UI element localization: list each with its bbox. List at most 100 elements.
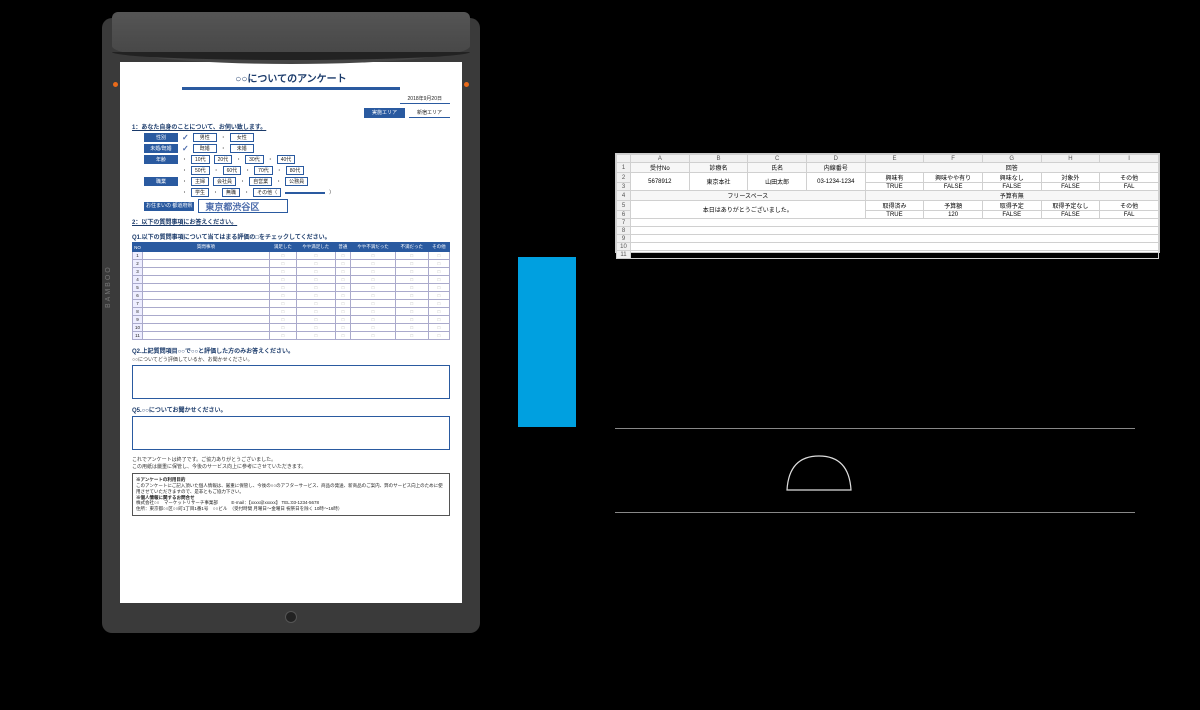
age-50[interactable]: 50代: [191, 166, 210, 175]
ss-col-headers: A B C D E F G H I: [617, 155, 1159, 163]
row-gender: 性別 ✓ 男性 ・ 女性: [144, 133, 450, 142]
row-age: 年齢 ・ 10代 20代 ・ 30代 ・ 40代: [144, 155, 450, 164]
c-E3[interactable]: TRUE: [865, 183, 924, 191]
col-D: D: [806, 155, 865, 163]
c-H5[interactable]: 取得予定なし: [1041, 201, 1100, 211]
hdr-3[interactable]: 内線番号: [806, 163, 865, 173]
age-80[interactable]: 80代: [286, 166, 305, 175]
q1-table: NO 質問事項 満足した やや満足した 普通 やや不満だった 不満だった その他…: [132, 242, 450, 340]
q1-th-no: NO: [133, 243, 143, 252]
hdr-1[interactable]: 診療名: [689, 163, 748, 173]
c-H2[interactable]: 対象外: [1041, 173, 1100, 183]
c-budget-label[interactable]: 予算有無: [865, 191, 1158, 201]
section1-label: 1：あなた自身のことについて、お伺い致します。: [132, 122, 450, 131]
rownum-5: 5: [617, 201, 631, 211]
c-G5[interactable]: 取得予定: [982, 201, 1041, 211]
c-I2[interactable]: その他: [1100, 173, 1159, 183]
divider-2: [615, 512, 1135, 513]
c-E6[interactable]: TRUE: [865, 211, 924, 219]
c-F3[interactable]: FALSE: [924, 183, 983, 191]
ss-row-2: 2 5678912 東京本社 山田太郎 03-1234-1234 興味有 興味や…: [617, 173, 1159, 183]
age-30[interactable]: 30代: [245, 155, 264, 164]
footer-line3: 住所：東京都○○区○○町1丁目1番1号 ○○ビル （受付時間 月曜日〜金曜日 祝…: [136, 506, 446, 512]
ss-row-4: 4 フリースペース 予算有無: [617, 191, 1159, 201]
col-H: H: [1041, 155, 1100, 163]
q1-row-4: 4: [133, 276, 450, 284]
c-A2[interactable]: 5678912: [631, 173, 690, 191]
c-F5[interactable]: 予算額: [924, 201, 983, 211]
hdr-0[interactable]: 受付No: [631, 163, 690, 173]
c-G6[interactable]: FALSE: [982, 211, 1041, 219]
row-occupation-2: ・ 学生 ・ 無職 ・ その他（ ）: [182, 188, 450, 197]
occ-4[interactable]: 学生: [191, 188, 209, 197]
occ-7: ）: [329, 189, 334, 196]
occ-1[interactable]: 会社員: [213, 177, 236, 186]
c-D2[interactable]: 03-1234-1234: [806, 173, 865, 191]
gender-label: 性別: [144, 133, 178, 142]
c-C2[interactable]: 山田太郎: [748, 173, 807, 191]
q1-col-3: やや不満だった: [351, 243, 396, 252]
age-40[interactable]: 40代: [277, 155, 296, 164]
marital-mark: ✓: [182, 144, 189, 153]
c-G3[interactable]: FALSE: [982, 183, 1041, 191]
q1-col-4: 不満だった: [395, 243, 428, 252]
age-20[interactable]: 20代: [214, 155, 233, 164]
occ-2[interactable]: 自営業: [249, 177, 272, 186]
q1-row-9: 9: [133, 316, 450, 324]
c-E2[interactable]: 興味有: [865, 173, 924, 183]
tablet-home-button[interactable]: [285, 611, 297, 623]
marital-label: 未婚/既婚: [144, 144, 178, 153]
divider-1: [615, 428, 1135, 429]
occ-5[interactable]: 無職: [222, 188, 240, 197]
tablet-device: BAMBOO ○○についてのアンケート 2018年9月20日 実施エリア 新宿エ…: [102, 18, 480, 633]
occ-0[interactable]: 主婦: [191, 177, 209, 186]
footer-line1: このアンケートにご記入頂いた個人情報は、厳重に保管し、今後の○○のアフターサービ…: [136, 483, 446, 495]
addr-box[interactable]: 東京都渋谷区: [198, 199, 288, 213]
gender-male[interactable]: 男性: [193, 133, 217, 142]
c-I6[interactable]: FAL: [1100, 211, 1159, 219]
q1-col-5: その他: [428, 243, 449, 252]
occ-6[interactable]: その他（: [253, 188, 281, 197]
q1-row-1: 1: [133, 252, 450, 260]
occ-3[interactable]: 公務員: [285, 177, 308, 186]
c-freespace-text[interactable]: 本日はありがとうございました。: [631, 201, 866, 219]
marital-single[interactable]: 未婚: [230, 144, 254, 153]
q2-freebox[interactable]: [132, 365, 450, 399]
col-C: C: [748, 155, 807, 163]
gender-female[interactable]: 女性: [230, 133, 254, 142]
occ-other-field[interactable]: [285, 192, 325, 194]
rownum-6: 6: [617, 211, 631, 219]
c-I3[interactable]: FAL: [1100, 183, 1159, 191]
marital-married[interactable]: 既婚: [193, 144, 217, 153]
c-E5[interactable]: 取得済み: [865, 201, 924, 211]
q5-freebox[interactable]: [132, 416, 450, 450]
hdr-merge[interactable]: 回答: [865, 163, 1158, 173]
ss-row-10: 10: [617, 243, 1159, 251]
hdr-2[interactable]: 氏名: [748, 163, 807, 173]
c-I5[interactable]: その他: [1100, 201, 1159, 211]
footer-box: ※アンケートの利用目的 このアンケートにご記入頂いた個人情報は、厳重に保管し、今…: [132, 473, 450, 516]
spreadsheet-table: A B C D E F G H I 1 受付No 診療名 氏名 内線番号 回答 …: [616, 154, 1159, 259]
c-H6[interactable]: FALSE: [1041, 211, 1100, 219]
c-freespace-label[interactable]: フリースペース: [631, 191, 866, 201]
addr-value: 東京都渋谷区: [205, 202, 259, 212]
survey-form: ○○についてのアンケート 2018年9月20日 実施エリア 新宿エリア 1：あな…: [120, 62, 462, 603]
q1-col-1: やや満足した: [296, 243, 335, 252]
q1-row-7: 7: [133, 300, 450, 308]
q1-label: Q1.以下の質問事項について当てはまる評価の□をチェックしてください。: [132, 232, 450, 241]
c-H3[interactable]: FALSE: [1041, 183, 1100, 191]
age-60[interactable]: 60代: [223, 166, 242, 175]
rownum-2: 2: [617, 173, 631, 183]
age-70[interactable]: 70代: [254, 166, 273, 175]
c-G2[interactable]: 興味なし: [982, 173, 1041, 183]
col-E: E: [865, 155, 924, 163]
q1-th-item: 質問事項: [143, 243, 270, 252]
c-B2[interactable]: 東京本社: [689, 173, 748, 191]
age-10[interactable]: 10代: [191, 155, 210, 164]
occ-label: 職業: [144, 177, 178, 186]
ss-row-8: 8: [617, 227, 1159, 235]
c-F2[interactable]: 興味やや有り: [924, 173, 983, 183]
c-F6[interactable]: 120: [924, 211, 983, 219]
col-F: F: [924, 155, 983, 163]
rownum-4: 4: [617, 191, 631, 201]
